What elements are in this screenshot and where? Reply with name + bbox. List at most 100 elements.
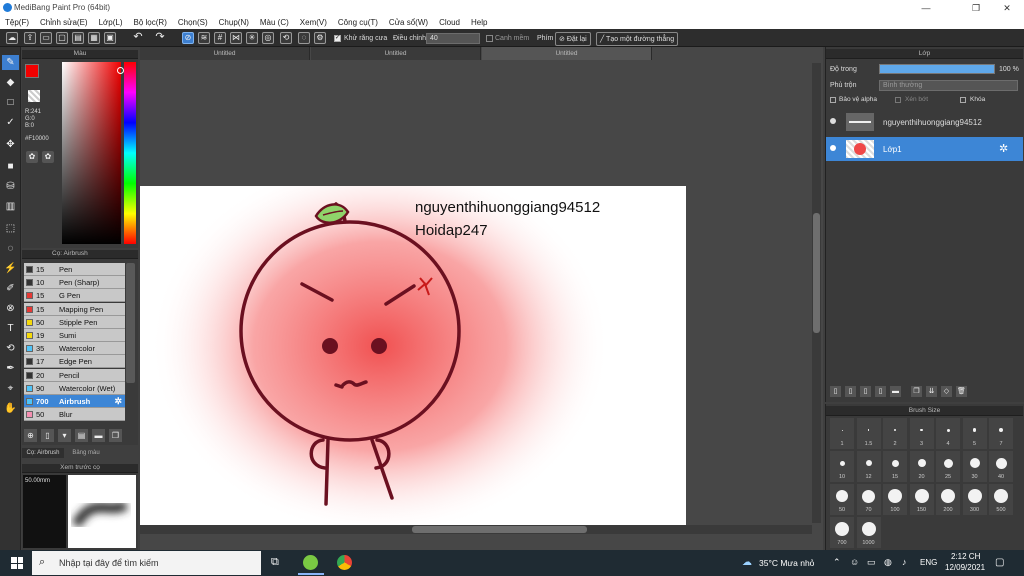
lasso-tool-icon[interactable]: ◌ (2, 241, 19, 256)
new-brush-icon[interactable]: ▯ (41, 429, 54, 442)
brush-size-cell[interactable]: 25 (936, 451, 960, 482)
language-indicator[interactable]: ENG (920, 558, 937, 567)
perspective-snap-icon[interactable]: ⋈ (230, 32, 242, 44)
picker-tool-icon[interactable]: ⌖ (2, 381, 19, 396)
palette-icon[interactable]: ✿ (26, 151, 38, 163)
text-tool-icon[interactable]: T (2, 321, 19, 336)
brush-item[interactable]: 90 Watercolor (Wet) (24, 381, 125, 395)
redo-icon[interactable]: ↷ (154, 32, 166, 44)
clock-date[interactable]: 12/09/2021 (945, 563, 985, 572)
menu-filter[interactable]: Bộ lọc(R) (134, 16, 167, 29)
add-brush-icon[interactable]: ⊕ (24, 429, 37, 442)
brush-size-cell[interactable]: 4 (936, 418, 960, 449)
duplicate-layer-icon[interactable]: ❐ (911, 386, 922, 397)
curve-snap-icon[interactable]: ⟲ (280, 32, 292, 44)
select-pen-tool-icon[interactable]: ✐ (2, 281, 19, 296)
layer-settings-icon[interactable]: ✲ (999, 142, 1008, 155)
protect-alpha-checkbox[interactable] (830, 97, 836, 103)
brush-item[interactable]: 19 Sumi (24, 329, 125, 342)
shape-tool-icon[interactable]: □ (2, 95, 19, 110)
close-button[interactable]: ✕ (993, 0, 1021, 16)
menu-layer[interactable]: Lớp(L) (99, 16, 123, 29)
tab-brush[interactable]: Cọ: Airbrush (22, 448, 64, 458)
ellipse-snap-icon[interactable]: ◌ (298, 32, 310, 44)
radial-snap-icon[interactable]: ✳ (246, 32, 258, 44)
brush-menu-icon[interactable]: ▾ (58, 429, 71, 442)
brush-size-cell[interactable]: 100 (883, 484, 907, 515)
clock-time[interactable]: 2:12 CH (951, 552, 980, 561)
brush-item[interactable]: 15 Pen (24, 263, 125, 276)
hand-tool-icon[interactable]: ✋ (2, 401, 19, 416)
visibility-icon[interactable] (830, 145, 836, 151)
dot-pen-tool-icon[interactable]: ✓ (2, 115, 19, 130)
brush-size-cell[interactable]: 10 (830, 451, 854, 482)
clipping-checkbox[interactable] (895, 97, 901, 103)
blend-select[interactable]: Bình thường (879, 80, 1018, 91)
vertical-scrollbar[interactable] (812, 63, 821, 523)
settings-snap-icon[interactable]: ⚙ (314, 32, 326, 44)
maximize-button[interactable]: ❐ (962, 0, 990, 16)
battery-icon[interactable]: ▭ (867, 557, 876, 568)
brush-item[interactable]: 50 Blur (24, 408, 125, 422)
grid-page-icon[interactable]: ▦ (88, 32, 100, 44)
brush-item[interactable]: 10 Pen (Sharp) (24, 276, 125, 290)
opacity-slider[interactable] (879, 64, 995, 74)
brush-size-cell[interactable]: 30 (962, 451, 987, 482)
brush-item[interactable]: 50 Stipple Pen (24, 315, 125, 329)
brush-size-cell[interactable]: 150 (909, 484, 934, 515)
brush-size-cell[interactable]: 1000 (856, 517, 881, 548)
antialias-checkbox[interactable]: ✓ (334, 35, 341, 42)
brush-size-cell[interactable]: 300 (962, 484, 987, 515)
share-icon[interactable]: ⇪ (24, 32, 36, 44)
windows-start-icon[interactable] (11, 557, 23, 569)
horizontal-scrollbar[interactable] (140, 525, 812, 534)
divide-tool-icon[interactable]: ⟲ (2, 341, 19, 356)
move-tool-icon[interactable]: ✥ (2, 137, 19, 152)
brush-size-cell[interactable]: 700 (830, 517, 854, 548)
new-layer-icon[interactable]: ▯ (830, 386, 841, 397)
circle-snap-icon[interactable]: ◎ (262, 32, 274, 44)
menu-help[interactable]: Help (471, 16, 487, 29)
menu-file[interactable]: Tệp(F) (5, 16, 29, 29)
grid-snap-icon[interactable]: # (214, 32, 226, 44)
brush-settings-icon[interactable]: ✲ (114, 395, 122, 408)
brush-size-cell[interactable]: 1 (830, 418, 854, 449)
brush-size-cell[interactable]: 20 (909, 451, 934, 482)
straight-line-button[interactable]: ╱ Tạo một đường thẳng (596, 32, 679, 46)
folder-icon[interactable]: ▬ (890, 386, 901, 397)
network-icon[interactable]: ◍ (884, 557, 892, 568)
brush-item[interactable]: 15 Mapping Pen (24, 302, 125, 316)
tab-untitled-2[interactable]: Untitled (311, 47, 481, 60)
brush-size-cell[interactable]: 1.5 (856, 418, 881, 449)
bucket-tool-icon[interactable]: ⛁ (2, 179, 19, 194)
merge-down-icon[interactable]: ⇊ (926, 386, 937, 397)
parallel-snap-icon[interactable]: ≋ (198, 32, 210, 44)
menu-snap[interactable]: Chụp(N) (219, 16, 249, 29)
notifications-icon[interactable]: ▢ (995, 557, 1004, 568)
brush-size-cell[interactable]: 500 (989, 484, 1013, 515)
brush-size-cell[interactable]: 3 (909, 418, 934, 449)
medibang-tray-icon[interactable]: ☺ (850, 557, 859, 567)
menu-select[interactable]: Chọn(S) (178, 16, 208, 29)
layer-row[interactable]: nguyenthihuonggiang94512 (826, 110, 1023, 134)
menu-color[interactable]: Màu (C) (260, 16, 289, 29)
smooth-checkbox[interactable] (486, 35, 493, 42)
select-rect-tool-icon[interactable]: ⬚ (2, 221, 19, 236)
brush-size-cell[interactable]: 15 (883, 451, 907, 482)
select-eraser-tool-icon[interactable]: ⊗ (2, 301, 19, 316)
tab-untitled-1[interactable]: Untitled (140, 47, 310, 60)
eyedropper-tool-icon[interactable]: ✒ (2, 361, 19, 376)
brush-size-cell[interactable]: 40 (989, 451, 1013, 482)
tab-palette[interactable]: Bảng màu (66, 448, 106, 458)
brush-folder-icon[interactable]: ▬ (92, 429, 105, 442)
menu-edit[interactable]: Chỉnh sửa(E) (40, 16, 88, 29)
undo-icon[interactable]: ↶ (132, 32, 144, 44)
saturation-value-picker[interactable] (62, 62, 121, 244)
tab-untitled-3[interactable]: Untitled (482, 47, 652, 60)
transparent-color-swatch[interactable] (28, 90, 40, 102)
brush-tool-icon[interactable]: ✎ (2, 55, 19, 70)
eraser-tool-icon[interactable]: ◆ (2, 75, 19, 90)
drawing-canvas[interactable]: nguyenthihuonggiang94512 Hoidap247 (140, 186, 686, 525)
snap-off-icon[interactable]: ⊘ (182, 32, 194, 44)
brush-item[interactable]: 20 Pencil (24, 368, 125, 382)
